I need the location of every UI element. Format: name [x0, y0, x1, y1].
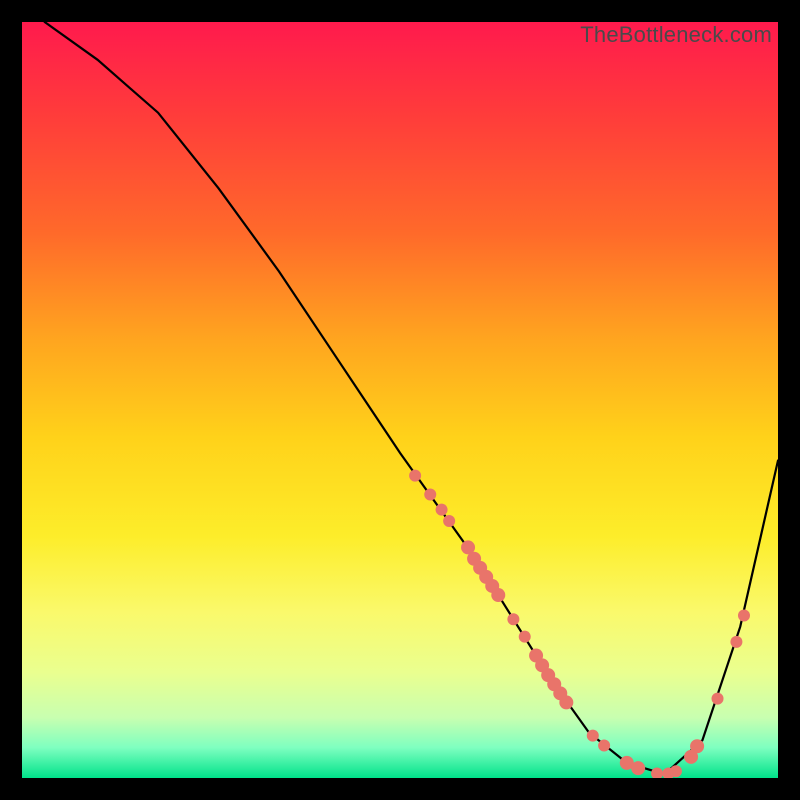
plot-svg [22, 22, 778, 778]
curve-marker [738, 609, 750, 621]
curve-marker [598, 739, 610, 751]
curve-marker [409, 470, 421, 482]
curve-marker [559, 695, 573, 709]
curve-marker [730, 636, 742, 648]
curve-marker [424, 489, 436, 501]
curve-marker [507, 613, 519, 625]
curve-markers [409, 470, 750, 778]
curve-marker [519, 631, 531, 643]
curve-marker [690, 739, 704, 753]
curve-marker [436, 504, 448, 516]
curve-marker [491, 588, 505, 602]
curve-marker [631, 761, 645, 775]
curve-marker [712, 693, 724, 705]
curve-marker [670, 765, 682, 777]
bottleneck-curve [45, 22, 778, 774]
chart-frame: TheBottleneck.com [0, 0, 800, 800]
curve-marker [587, 730, 599, 742]
plot-area: TheBottleneck.com [22, 22, 778, 778]
curve-marker [443, 515, 455, 527]
curve-marker [651, 767, 663, 778]
